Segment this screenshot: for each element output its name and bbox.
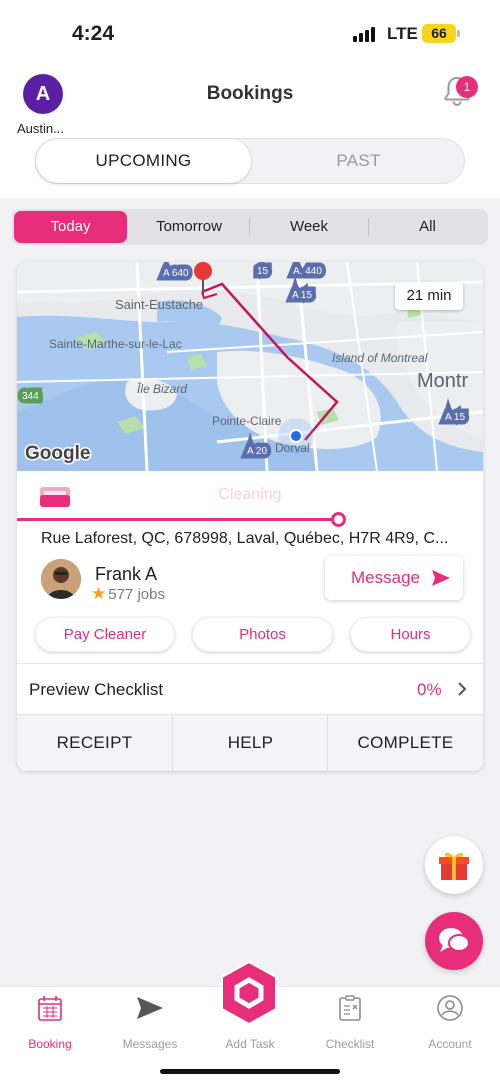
header: A Austin... Bookings UPCOMING PAST bbox=[0, 66, 500, 198]
hours-button[interactable]: Hours bbox=[350, 617, 471, 652]
chat-icon bbox=[439, 928, 470, 952]
map-road-label: 344 bbox=[22, 391, 39, 402]
progress-handle bbox=[330, 512, 346, 527]
segment-upcoming[interactable]: UPCOMING bbox=[36, 139, 251, 183]
tab-account[interactable]: Account bbox=[400, 995, 500, 1051]
day-all[interactable]: All bbox=[369, 211, 486, 243]
star-icon: ★ bbox=[91, 584, 107, 603]
tab-label: Account bbox=[428, 1037, 472, 1051]
battery-icon: 66 bbox=[422, 24, 460, 43]
map-place-label: Sainte-Marthe-sur-le-Lac bbox=[49, 337, 182, 351]
map-place-label: Saint-Eustache bbox=[115, 297, 203, 312]
clipboard-icon bbox=[339, 995, 361, 1021]
photos-button[interactable]: Photos bbox=[192, 617, 333, 652]
tab-label: Add Task bbox=[225, 1037, 275, 1051]
progress-bar bbox=[17, 518, 339, 521]
map-place-label: Île Bizard bbox=[137, 381, 187, 396]
preview-checklist-label: Preview Checklist bbox=[29, 680, 164, 699]
preview-checklist-row[interactable]: Preview Checklist 0% bbox=[17, 663, 483, 715]
hexagon-plus-icon[interactable] bbox=[219, 960, 279, 1026]
map-road-label: A 20 bbox=[247, 446, 267, 457]
cleaner-name: Frank A bbox=[95, 564, 158, 584]
tab-label: Messages bbox=[122, 1037, 178, 1051]
message-button-label: Message bbox=[351, 568, 420, 587]
map-place-label: Island of Montreal bbox=[332, 351, 428, 365]
home-indicator bbox=[160, 1069, 340, 1074]
booking-address: Rue Laforest, QC, 678998, Laval, Québec,… bbox=[41, 530, 449, 547]
booking-actions: RECEIPT HELP COMPLETE bbox=[17, 715, 483, 771]
pay-cleaner-button[interactable]: Pay Cleaner bbox=[35, 617, 175, 652]
complete-button[interactable]: COMPLETE bbox=[328, 715, 483, 771]
status-row: Cleaning bbox=[17, 471, 483, 531]
tab-label: Checklist bbox=[325, 1037, 375, 1051]
message-button[interactable]: Message bbox=[325, 556, 463, 600]
help-button[interactable]: HELP bbox=[173, 715, 328, 771]
page-title: Bookings bbox=[206, 83, 294, 104]
booking-status: Cleaning bbox=[218, 486, 282, 503]
map-road-label: 15 bbox=[257, 266, 269, 277]
avatar-name: Austin... bbox=[17, 121, 64, 136]
status-time: 4:24 bbox=[72, 22, 115, 45]
day-today[interactable]: Today bbox=[14, 211, 127, 243]
signal-icon bbox=[353, 27, 375, 42]
map-road-label: A 640 bbox=[163, 268, 189, 279]
segment-past[interactable]: PAST bbox=[251, 139, 466, 183]
tab-checklist[interactable]: Checklist bbox=[300, 995, 400, 1051]
map-place-label: Dorval bbox=[275, 441, 310, 455]
day-tomorrow[interactable]: Tomorrow bbox=[130, 211, 248, 243]
gift-button[interactable] bbox=[425, 836, 483, 894]
day-filter: Today Tomorrow Week All bbox=[12, 209, 488, 245]
cleaner-jobs-count: 577 jobs bbox=[108, 586, 165, 603]
status-bar: 4:24 LTE 66 bbox=[0, 0, 500, 66]
google-logo: Google bbox=[25, 443, 90, 464]
receipt-button[interactable]: RECEIPT bbox=[17, 715, 172, 771]
network-label: LTE bbox=[387, 24, 418, 43]
calendar-icon bbox=[38, 996, 62, 1021]
send-icon bbox=[432, 570, 450, 586]
notification-badge: 1 bbox=[456, 76, 478, 98]
tab-messages[interactable]: Messages bbox=[100, 995, 200, 1051]
day-week[interactable]: Week bbox=[250, 211, 368, 243]
user-icon bbox=[437, 995, 463, 1021]
cleaner-avatar[interactable] bbox=[41, 559, 81, 599]
tab-label: Booking bbox=[28, 1037, 72, 1051]
tab-booking[interactable]: Booking bbox=[0, 995, 100, 1051]
cleaner-jobs: ★ 577 jobs bbox=[91, 584, 165, 604]
eta-badge: 21 min bbox=[395, 282, 463, 310]
booking-card: A 640 15 A. 440 A 15 344 A 20 A 15 Saint… bbox=[17, 262, 483, 771]
checklist-percent: 0% bbox=[417, 680, 442, 699]
send-icon bbox=[137, 997, 163, 1019]
map-road-label: A. 440 bbox=[293, 266, 322, 277]
gift-icon bbox=[439, 852, 469, 880]
chevron-right-icon bbox=[458, 682, 467, 696]
map-road-label: A 15 bbox=[292, 290, 312, 301]
map-road-label: A 15 bbox=[445, 412, 465, 423]
chat-support-button[interactable] bbox=[425, 912, 483, 970]
map-place-label: Montr bbox=[417, 370, 468, 392]
map-place-label: Pointe-Claire bbox=[212, 414, 282, 428]
segment-control: UPCOMING PAST bbox=[35, 138, 465, 184]
